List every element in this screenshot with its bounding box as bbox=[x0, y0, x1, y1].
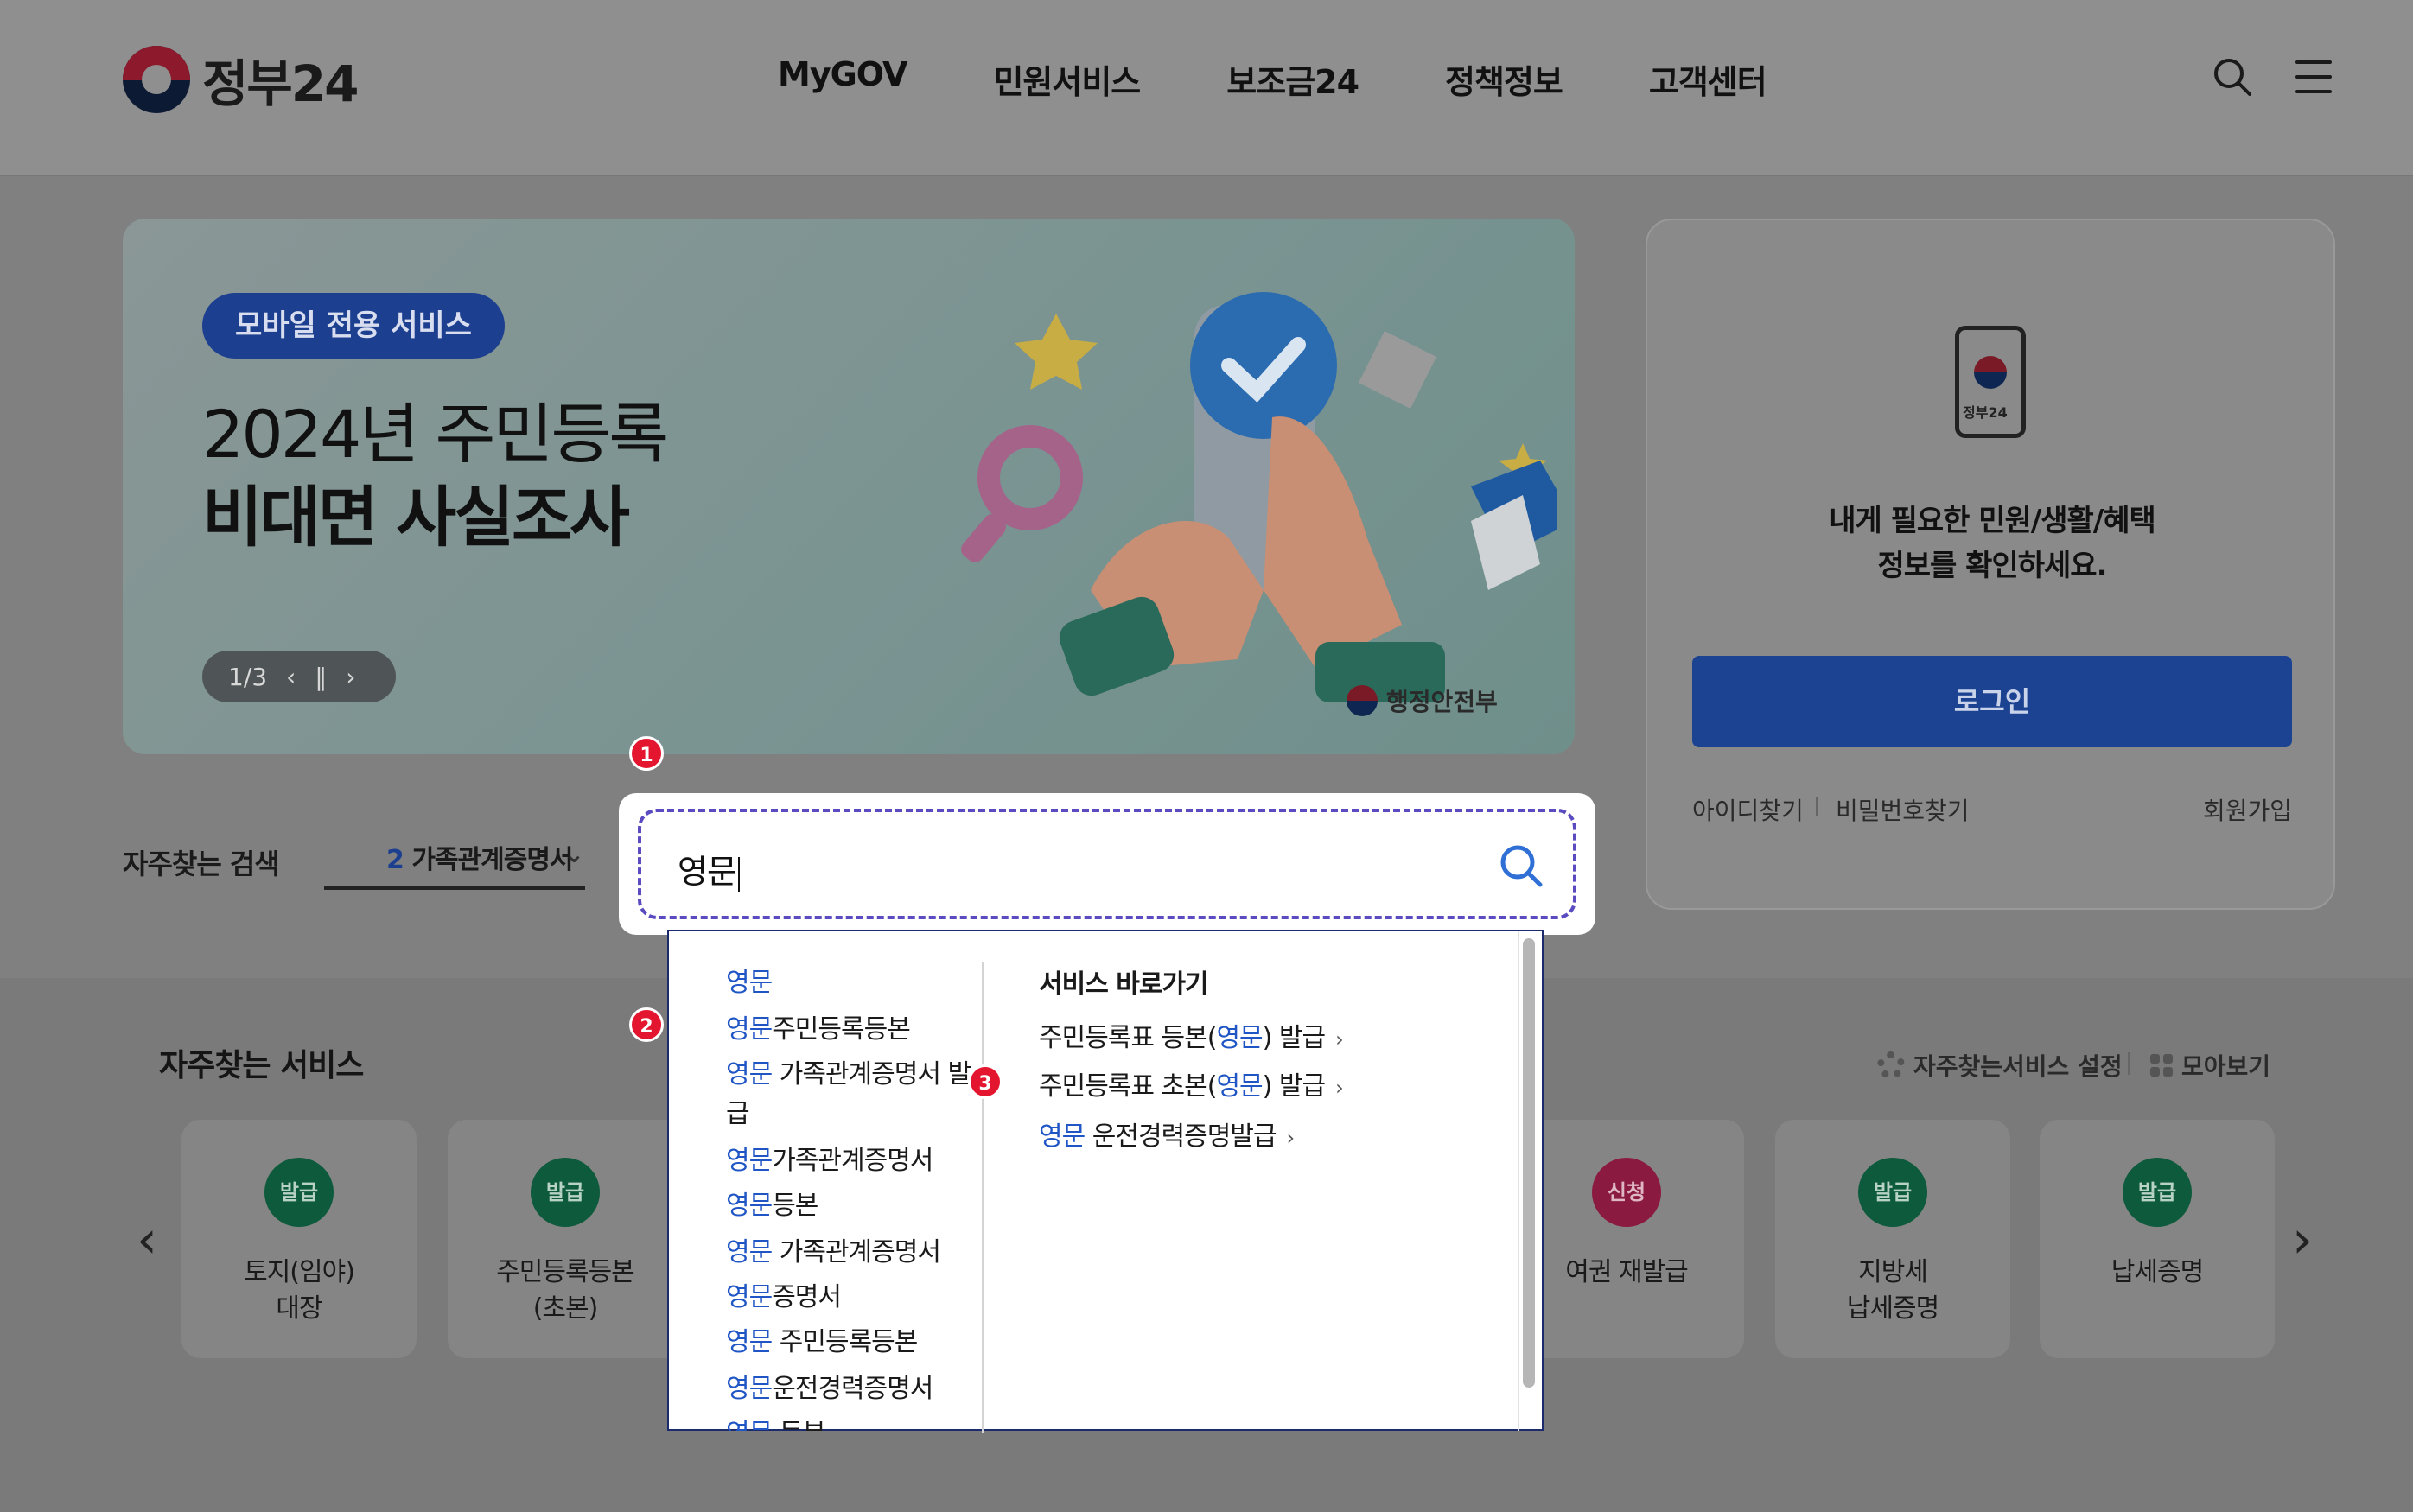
taegeuk-logo-icon bbox=[123, 46, 190, 113]
service-card-label: 여권 재발급 bbox=[1565, 1257, 1689, 1287]
link-divider bbox=[1816, 797, 1818, 816]
mobile-phone-icon: 정부24 bbox=[1955, 326, 2026, 438]
service-card[interactable]: 발급 토지(임야) 대장 bbox=[181, 1120, 417, 1358]
services-title: 자주찾는 서비스 bbox=[159, 1048, 364, 1083]
quick-link-item[interactable]: 주민등록표 등본(영문) 발급 › bbox=[1039, 1016, 1344, 1054]
ministry-logo-icon bbox=[1347, 685, 1378, 716]
banner-illustration bbox=[961, 292, 1557, 702]
step-marker-1: 1 bbox=[629, 736, 664, 771]
banner-badge: 모바일 전용 서비스 bbox=[202, 293, 505, 359]
search-icon[interactable] bbox=[1497, 842, 1545, 890]
carousel-prev-icon[interactable]: ‹ bbox=[137, 1214, 157, 1266]
suggestion-item[interactable]: 영문운전경력증명서 bbox=[726, 1367, 933, 1405]
suggestion-item[interactable]: 영문 bbox=[726, 961, 773, 999]
pager-count: 1/3 bbox=[228, 662, 268, 691]
service-card-label: 지방세 납세증명 bbox=[1846, 1257, 1939, 1324]
services-settings-button[interactable]: 자주찾는서비스 설정 bbox=[1877, 1048, 2123, 1083]
nav-item-policy[interactable]: 정책정보 bbox=[1445, 55, 1563, 103]
pause-icon[interactable]: ‖ bbox=[315, 663, 327, 691]
service-card-label: 토지(임야) 대장 bbox=[244, 1257, 355, 1324]
nav-item-mygov[interactable]: MyGOV bbox=[778, 55, 907, 103]
suggestion-item[interactable]: 영문등본 bbox=[726, 1184, 818, 1222]
search-area: 영문 bbox=[619, 793, 1595, 935]
login-message: 내게 필요한 민원/생활/혜택 정보를 확인하세요. bbox=[1647, 499, 2337, 588]
suggestion-item-wrap[interactable]: 급 bbox=[726, 1092, 750, 1130]
login-button[interactable]: 로그인 bbox=[1692, 656, 2292, 747]
suggestion-item[interactable]: 영문 가족관계증명서 발 bbox=[726, 1052, 971, 1090]
suggestion-item-selected[interactable]: 영문주민등록등본 bbox=[686, 1001, 950, 1052]
quick-links-title: 서비스 바로가기 bbox=[1039, 969, 1209, 1000]
login-card: 정부24 내게 필요한 민원/생활/혜택 정보를 확인하세요. 로그인 아이디찾… bbox=[1646, 219, 2335, 910]
frequent-search-label: 자주찾는 검색 bbox=[123, 848, 280, 880]
scrollbar-thumb[interactable] bbox=[1523, 938, 1535, 1388]
grid-icon bbox=[2150, 1054, 2173, 1077]
find-id-link[interactable]: 아이디찾기 bbox=[1692, 792, 1804, 827]
chevron-down-icon: ⌄ bbox=[563, 840, 584, 868]
chevron-right-icon: › bbox=[1335, 1027, 1344, 1051]
nav-item-subsidy[interactable]: 보조금24 bbox=[1226, 55, 1359, 103]
step-marker-3: 3 bbox=[968, 1064, 1003, 1099]
main-nav: MyGOV 민원서비스 보조금24 정책정보 고객센터 bbox=[778, 55, 1767, 103]
apply-badge: 신청 bbox=[1592, 1158, 1661, 1227]
service-card-label: 납세증명 bbox=[2111, 1257, 2204, 1287]
banner-pager: 1/3 ‹ ‖ › bbox=[202, 651, 396, 702]
login-message-line2: 정보를 확인하세요. bbox=[1877, 549, 2108, 583]
chevron-right-icon: › bbox=[1335, 1076, 1344, 1100]
service-card[interactable]: 발급 주민등록등본 (초본) bbox=[448, 1120, 683, 1358]
service-card-label: 주민등록등본 (초본) bbox=[496, 1257, 635, 1324]
signup-link[interactable]: 회원가입 bbox=[2203, 792, 2292, 827]
promo-banner[interactable]: 모바일 전용 서비스 2024년 주민등록 비대면 사실조사 1/3 ‹ ‖ ›… bbox=[123, 219, 1575, 754]
quick-link-item[interactable]: 영문 운전경력증명발급 › bbox=[1039, 1115, 1296, 1153]
banner-title-line2: 비대면 사실조사 bbox=[202, 479, 630, 556]
suggestion-item[interactable]: 영문증명서 bbox=[726, 1275, 842, 1313]
frequent-search-value: 가족관계증명서 bbox=[411, 845, 573, 875]
issue-badge: 발급 bbox=[531, 1158, 600, 1227]
suggestion-item[interactable]: 영문 가족관계증명서 bbox=[726, 1230, 941, 1268]
login-message-line1: 내게 필요한 민원/생활/혜택 bbox=[1829, 504, 2156, 538]
site-logo[interactable]: 정부24 bbox=[123, 43, 359, 116]
prev-slide-icon[interactable]: ‹ bbox=[286, 663, 296, 691]
issue-badge: 발급 bbox=[1858, 1158, 1927, 1227]
phone-icon-label: 정부24 bbox=[1963, 404, 2008, 421]
search-input[interactable]: 영문 bbox=[678, 845, 740, 893]
frequent-search-select[interactable]: 2 가족관계증명서 ⌄ bbox=[324, 838, 585, 890]
services-settings-label: 자주찾는서비스 설정 bbox=[1913, 1052, 2123, 1081]
nav-item-civil-services[interactable]: 민원서비스 bbox=[993, 55, 1141, 103]
banner-title-line1: 2024년 주민등록 bbox=[202, 396, 669, 473]
scrollbar-track bbox=[1518, 931, 1519, 1431]
suggestion-item[interactable]: 영문 주민등록등본 bbox=[726, 1320, 918, 1358]
view-all-button[interactable]: 모아보기 bbox=[2150, 1048, 2270, 1083]
service-card[interactable]: 발급 납세증명 bbox=[2040, 1120, 2275, 1358]
menu-icon[interactable] bbox=[2295, 60, 2332, 93]
chevron-right-icon: › bbox=[1286, 1126, 1296, 1150]
issue-badge: 발급 bbox=[264, 1158, 334, 1227]
carousel-next-icon[interactable]: › bbox=[2292, 1214, 2313, 1266]
service-card[interactable]: 발급 지방세 납세증명 bbox=[1775, 1120, 2010, 1358]
search-box[interactable]: 영문 bbox=[638, 809, 1576, 919]
frequent-search-rank: 2 bbox=[386, 845, 404, 875]
autocomplete-dropdown: 영문 영문주민등록등본 영문 가족관계증명서 발 급 영문가족관계증명서 영문등… bbox=[667, 930, 1544, 1433]
issue-badge: 발급 bbox=[2123, 1158, 2192, 1227]
next-slide-icon[interactable]: › bbox=[346, 663, 355, 691]
dropdown-divider bbox=[982, 962, 984, 1433]
search-icon[interactable] bbox=[2212, 57, 2252, 97]
find-password-link[interactable]: 비밀번호찾기 bbox=[1836, 792, 1970, 827]
gear-icon bbox=[1877, 1051, 1905, 1079]
service-card[interactable]: 신청 여권 재발급 bbox=[1509, 1120, 1744, 1358]
site-header: 정부24 MyGOV 민원서비스 보조금24 정책정보 고객센터 bbox=[0, 0, 2413, 176]
suggestion-list: 영문 영문주민등록등본 영문 가족관계증명서 발 급 영문가족관계증명서 영문등… bbox=[669, 931, 980, 1431]
suggestion-item[interactable]: 영문 등본 bbox=[726, 1412, 826, 1431]
step-marker-2: 2 bbox=[629, 1007, 664, 1042]
services-divider bbox=[2128, 1052, 2130, 1075]
nav-item-customer-center[interactable]: 고객센터 bbox=[1649, 55, 1767, 103]
suggestion-item[interactable]: 영문가족관계증명서 bbox=[726, 1139, 933, 1177]
ministry-credit: 행정안전부 bbox=[1347, 683, 1498, 718]
view-all-label: 모아보기 bbox=[2181, 1052, 2271, 1081]
logo-text: 정부24 bbox=[202, 54, 359, 113]
quick-link-item-selected[interactable]: 주민등록표 초본(영문) 발급 › bbox=[1022, 1058, 1360, 1109]
ministry-name: 행정안전부 bbox=[1386, 688, 1498, 716]
